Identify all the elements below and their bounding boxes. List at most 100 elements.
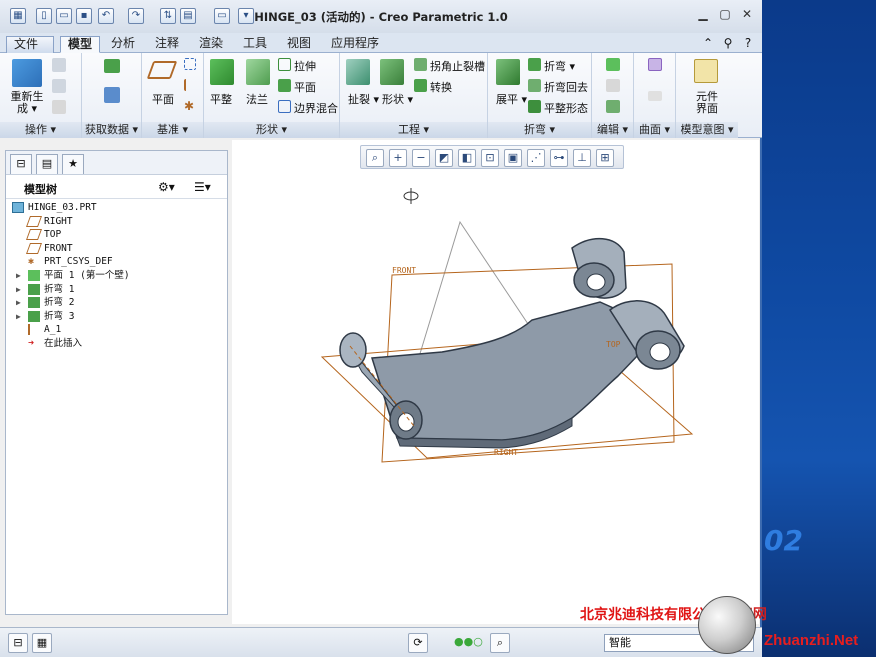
plane-wall-label[interactable]: 平面	[294, 79, 316, 95]
copy-icon[interactable]	[52, 58, 66, 72]
tab-model[interactable]: 模型	[60, 36, 101, 53]
flange-label[interactable]: 法兰	[246, 91, 268, 107]
spin-center-icon	[403, 188, 419, 204]
display-style-icon[interactable]: ◧	[458, 149, 476, 167]
flat-pattern-icon[interactable]	[528, 100, 541, 113]
expand-arrow-icon[interactable]: ▶	[16, 310, 24, 324]
pattern-icon[interactable]	[606, 100, 620, 113]
paste-icon[interactable]	[52, 79, 66, 93]
tab-applications[interactable]: 应用程序	[324, 36, 386, 53]
group-editing-label[interactable]: 编辑 ▾	[592, 122, 633, 138]
copy-geometry-icon[interactable]	[104, 87, 120, 103]
regenerate-label[interactable]: 重新生 成 ▾	[10, 91, 44, 115]
minimize-icon[interactable]: ▁	[694, 6, 712, 22]
favorites-tab-icon[interactable]: ★	[62, 154, 84, 174]
tab-render[interactable]: 渲染	[192, 36, 230, 53]
user-defined-feature-icon[interactable]	[104, 59, 120, 73]
bend-back-label[interactable]: 折弯回去	[544, 79, 588, 95]
flange-icon[interactable]	[246, 59, 270, 85]
app-window: ▦ ▯ ▭ ▪ ↶ ↷ ⇅ ▤ ▭ ▾ HINGE_03 (活动的) - Cre…	[0, 0, 762, 657]
extrude-icon[interactable]	[278, 58, 291, 71]
datum-display-icon[interactable]: ⋰	[527, 149, 545, 167]
corner-relief-icon[interactable]	[414, 58, 427, 71]
view-manager-icon[interactable]: ▣	[504, 149, 522, 167]
unbend-icon[interactable]	[496, 59, 520, 85]
tab-tools[interactable]: 工具	[236, 36, 274, 53]
unbend-label[interactable]: 展平 ▾	[496, 91, 527, 107]
repaint-icon[interactable]: ◩	[435, 149, 453, 167]
expand-arrow-icon[interactable]: ▶	[16, 283, 24, 297]
datum-axis-icon[interactable]	[184, 79, 196, 91]
component-interface-icon[interactable]	[694, 59, 718, 83]
find-icon[interactable]: ⌕	[490, 633, 510, 653]
tab-analysis[interactable]: 分析	[104, 36, 142, 53]
group-bends-label[interactable]: 折弯 ▾	[488, 122, 591, 138]
group-datum-label[interactable]: 基准 ▾	[142, 122, 203, 138]
boundary-blend-icon[interactable]	[278, 100, 291, 113]
tree-columns-icon[interactable]: ☰▾	[194, 180, 211, 194]
sketch-icon[interactable]	[184, 58, 196, 70]
zoom-in-icon[interactable]: +	[389, 149, 407, 167]
form-icon[interactable]	[380, 59, 404, 85]
folder-browser-tab-icon[interactable]: ▤	[36, 154, 58, 174]
tab-annotate[interactable]: 注释	[148, 36, 186, 53]
datum-plane-label[interactable]: 平面	[152, 91, 174, 107]
rip-label[interactable]: 扯裂 ▾	[348, 91, 379, 107]
ribbon: 重新生 成 ▾ 操作 ▾ 获取数据 ▾ 平面 ✱ 基准 ▾ 平整 法兰 拉伸 平…	[0, 53, 762, 138]
group-surfaces-label[interactable]: 曲面 ▾	[634, 122, 675, 138]
group-model-intent-label[interactable]: 模型意图 ▾	[676, 122, 738, 138]
model-tree-tab-icon[interactable]: ⊟	[10, 154, 32, 174]
plane-wall-icon[interactable]	[278, 79, 291, 92]
mirror-icon[interactable]	[606, 58, 620, 71]
close-icon[interactable]: ✕	[738, 6, 756, 22]
help-icon[interactable]: ?	[740, 35, 756, 51]
flat-pattern-label[interactable]: 平整形态	[544, 100, 588, 116]
zoom-out-icon[interactable]: −	[412, 149, 430, 167]
group-engineering-label[interactable]: 工程 ▾	[340, 122, 487, 138]
refit-icon[interactable]: ⌕	[366, 149, 384, 167]
merge-icon[interactable]	[606, 79, 620, 92]
graphics-area[interactable]: FRONT TOP RIGHT	[232, 140, 759, 624]
csys-display-icon[interactable]: ⊥	[573, 149, 591, 167]
datum-plane-icon	[25, 229, 43, 241]
group-engineering: 扯裂 ▾ 形状 ▾ 拐角止裂槽 转换 工程 ▾	[340, 53, 488, 138]
freestyle-icon[interactable]	[648, 91, 662, 101]
show-browser-icon[interactable]: ▦	[32, 633, 52, 653]
bend-back-icon[interactable]	[528, 79, 541, 92]
group-get-data-label[interactable]: 获取数据 ▾	[82, 122, 141, 138]
bend-label[interactable]: 折弯 ▾	[544, 58, 575, 74]
component-interface-label[interactable]: 元件 界面	[694, 91, 720, 115]
minimize-ribbon-icon[interactable]: ⌃	[700, 35, 716, 51]
tree-settings-icon[interactable]: ⚙▾	[158, 180, 175, 194]
convert-icon[interactable]	[414, 79, 427, 92]
annotation-display-icon[interactable]: ⊞	[596, 149, 614, 167]
convert-label[interactable]: 转换	[430, 79, 452, 95]
regenerate-icon[interactable]	[12, 59, 42, 87]
show-navigator-icon[interactable]: ⊟	[8, 633, 28, 653]
bend-icon[interactable]	[528, 58, 541, 71]
boundary-blend-label[interactable]: 边界混合	[294, 100, 338, 116]
flat-label[interactable]: 平整	[210, 91, 232, 107]
delete-icon[interactable]	[52, 100, 66, 114]
saved-orientations-icon[interactable]: ⊡	[481, 149, 499, 167]
axis-display-icon[interactable]: ⊶	[550, 149, 568, 167]
extrude-label[interactable]: 拉伸	[294, 58, 316, 74]
datum-plane-icon	[25, 215, 43, 227]
surface-icon[interactable]	[648, 58, 662, 71]
flat-wall-icon[interactable]	[210, 59, 234, 85]
datum-plane-icon[interactable]	[146, 61, 178, 79]
group-shapes-label[interactable]: 形状 ▾	[204, 122, 339, 138]
tab-view[interactable]: 视图	[280, 36, 318, 53]
expand-arrow-icon[interactable]: ▶	[16, 296, 24, 310]
csys-icon[interactable]: ✱	[184, 99, 196, 113]
tab-file[interactable]: 文件 ▾	[6, 36, 54, 66]
model-view[interactable]: FRONT TOP RIGHT	[232, 140, 759, 624]
regen-status-icon[interactable]: ⟳	[408, 633, 428, 653]
maximize-icon[interactable]: ▢	[716, 6, 734, 22]
group-operations-label[interactable]: 操作 ▾	[0, 122, 81, 138]
expand-arrow-icon[interactable]: ▶	[16, 269, 24, 283]
form-label[interactable]: 形状 ▾	[382, 91, 413, 107]
corner-relief-label[interactable]: 拐角止裂槽	[430, 58, 485, 74]
rip-icon[interactable]	[346, 59, 370, 85]
search-icon[interactable]: ⚲	[720, 35, 736, 51]
